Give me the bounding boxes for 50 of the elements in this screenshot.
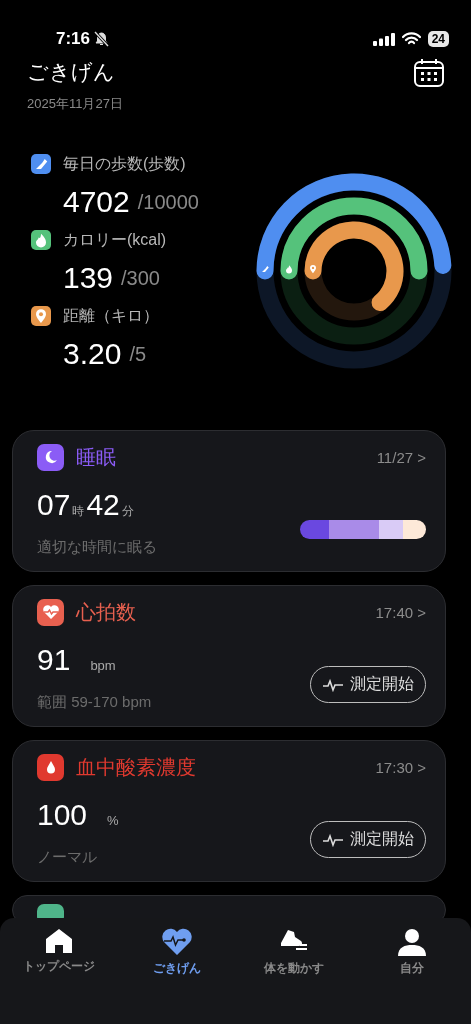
- card-time[interactable]: 17:40 >: [375, 603, 426, 621]
- metric-goal: /10000: [137, 190, 199, 214]
- card-title: 睡眠: [76, 444, 116, 470]
- nav-tab[interactable]: 体を動かす: [235, 918, 354, 1024]
- metric-value: 139: [63, 261, 114, 295]
- status-time: 7:16: [56, 29, 91, 49]
- reading-unit: %: [107, 813, 119, 828]
- metric-value: 3.20: [63, 337, 122, 371]
- pulse-icon: [322, 677, 344, 692]
- calendar-icon[interactable]: [413, 58, 445, 88]
- reading-unit: 分: [121, 503, 134, 520]
- oxygen-card[interactable]: 血中酸素濃度 17:30 > 100 % ノーマル 測定開始: [12, 740, 446, 882]
- reading-note: 適切な時間に眠る: [37, 538, 157, 557]
- metric-goal: /300: [121, 266, 160, 290]
- date-label: 2025年11月27日: [26, 95, 124, 113]
- shoe-icon: [262, 266, 269, 272]
- reading-value: 42: [86, 488, 120, 522]
- metric-label: 距離（キロ）: [63, 305, 159, 326]
- reading-unit: bpm: [90, 658, 116, 673]
- metric-label: カロリー(kcal): [63, 229, 167, 250]
- metric-value: 4702: [63, 185, 130, 219]
- sleep-card[interactable]: 睡眠 11/27 > 07 時 42 分 適切な時間に眠る: [12, 430, 446, 572]
- heart-pulse-icon: [160, 928, 193, 956]
- card-time[interactable]: 11/27 >: [376, 448, 426, 466]
- reading-note: ノーマル: [37, 848, 98, 867]
- battery-level: 24: [427, 31, 449, 47]
- muted-bell-icon: [94, 31, 110, 47]
- reading-unit: 時: [72, 503, 85, 520]
- metric-goal: /5: [129, 342, 147, 366]
- reading-value: 100: [37, 798, 88, 832]
- heart-card[interactable]: 心拍数 17:40 > 91 bpm 範囲 59-170 bpm 測定開始: [12, 585, 446, 727]
- nav-tab[interactable]: トップページ: [0, 918, 118, 1024]
- card-time[interactable]: 17:30 >: [375, 758, 426, 776]
- pin-icon: [310, 264, 316, 274]
- flame-icon: [286, 265, 292, 274]
- wifi-icon: [401, 32, 421, 46]
- card-title: 血中酸素濃度: [76, 754, 196, 780]
- reading-value: 91: [37, 643, 71, 677]
- reading-value: 07: [37, 488, 71, 522]
- metric-label: 毎日の歩数(歩数): [63, 153, 186, 174]
- heart-pulse-icon: [41, 604, 60, 620]
- reading-note: 範囲 59-170 bpm: [37, 693, 152, 712]
- pulse-icon: [322, 832, 344, 847]
- home-icon: [43, 928, 74, 954]
- nav-tab[interactable]: 自分: [353, 918, 471, 1024]
- nav-tab[interactable]: ごきげん: [117, 918, 236, 1024]
- card-title: 心拍数: [76, 599, 136, 625]
- signal-icon: [372, 32, 395, 46]
- page-title: ごきげん: [27, 59, 115, 85]
- person-icon: [397, 928, 428, 956]
